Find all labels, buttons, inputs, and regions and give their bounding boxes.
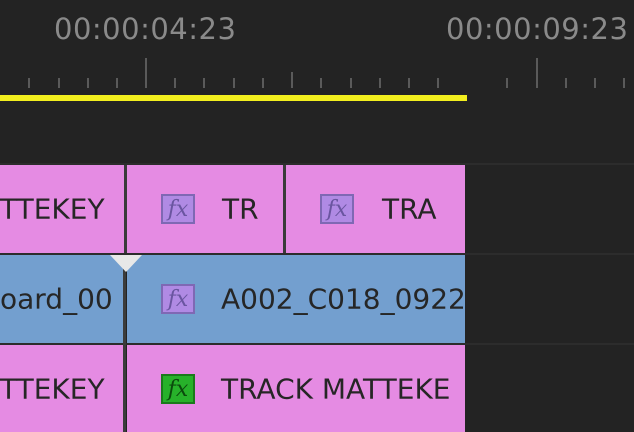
ruler-tick: [116, 78, 118, 88]
ruler-tick: [262, 78, 264, 88]
ruler-major-tick: [145, 58, 147, 88]
clip-label: A002_C018_0922: [221, 282, 465, 316]
ruler-tick: [506, 78, 508, 88]
timeline-clip[interactable]: fx TR: [127, 165, 283, 253]
ruler-tick: [379, 78, 381, 88]
timecode-label: 00:00:04:23: [54, 12, 237, 46]
video-track-2: oard_00 fx A002_C018_0922: [0, 255, 634, 343]
edit-point-line[interactable]: [123, 255, 126, 432]
fx-icon[interactable]: fx: [320, 194, 354, 224]
ruler-tick: [594, 78, 596, 88]
video-track-3: TTEKEY fx TR fx TRA: [0, 165, 634, 253]
time-ruler[interactable]: 00:00:04:23 00:00:09:23: [0, 0, 634, 112]
ruler-tick: [203, 78, 205, 88]
timeline-clip[interactable]: oard_00: [0, 255, 124, 343]
clip-label: TTEKEY: [0, 192, 105, 226]
ruler-tick: [437, 78, 439, 88]
fx-icon[interactable]: fx: [161, 373, 195, 404]
ruler-tick: [58, 78, 60, 88]
clip-label: TRA: [382, 192, 437, 226]
ruler-tick: [174, 78, 176, 88]
ruler-tick: [320, 78, 322, 88]
ruler-tick: [565, 78, 567, 88]
timeline-clip[interactable]: fx TRA: [286, 165, 465, 253]
playhead-marker-icon[interactable]: [110, 255, 142, 272]
timeline-clip[interactable]: TTEKEY: [0, 165, 124, 253]
ruler-tick: [87, 78, 89, 88]
fx-icon[interactable]: fx: [161, 284, 195, 314]
clip-label: oard_00: [0, 282, 113, 316]
fx-icon[interactable]: fx: [161, 194, 195, 224]
clip-label: TTEKEY: [0, 372, 105, 405]
timecode-label: 00:00:09:23: [446, 12, 629, 46]
timeline-clip[interactable]: fx TRACK MATTEKE: [127, 345, 465, 432]
ruler-major-tick: [536, 58, 538, 88]
clip-label: TRACK MATTEKE: [221, 372, 451, 405]
clip-label: TR: [222, 192, 259, 226]
ruler-tick: [233, 78, 235, 88]
ruler-tick: [291, 72, 293, 88]
video-track-1: TTEKEY fx TRACK MATTEKE: [0, 345, 634, 432]
ruler-tick: [623, 78, 625, 88]
timeline-clip[interactable]: TTEKEY: [0, 345, 124, 432]
work-area-bar[interactable]: [0, 95, 467, 101]
ruler-tick: [408, 78, 410, 88]
ruler-tick: [28, 78, 30, 88]
timeline-clip[interactable]: fx A002_C018_0922: [127, 255, 465, 343]
ruler-tick: [350, 78, 352, 88]
